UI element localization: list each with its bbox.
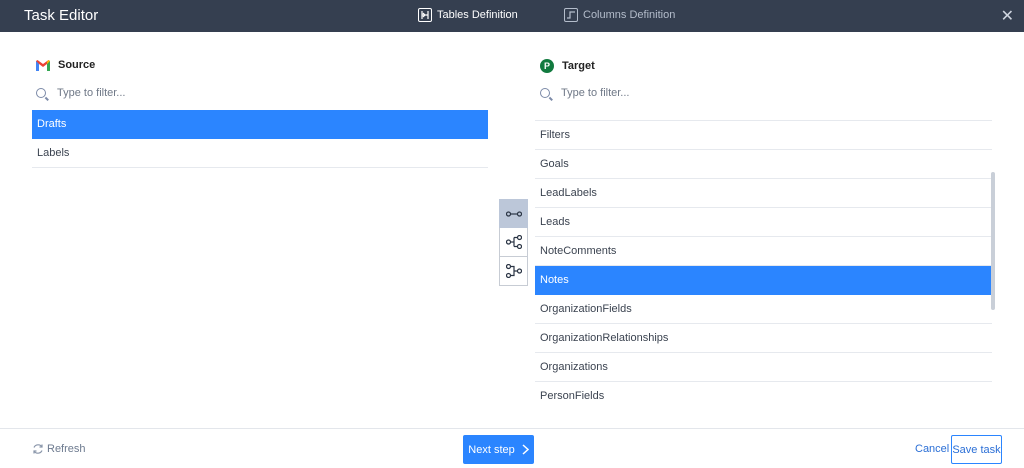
- target-item-notecomments[interactable]: NoteComments: [535, 237, 992, 266]
- target-item-leads[interactable]: Leads: [535, 208, 992, 237]
- tab-columns-definition-label: Columns Definition: [583, 9, 676, 21]
- many-to-one-map-button[interactable]: [499, 257, 528, 286]
- target-item-organizations[interactable]: Organizations: [535, 353, 992, 382]
- title-bar: Task Editor Tables Definition Columns De…: [0, 0, 1024, 32]
- search-icon: [540, 88, 550, 98]
- search-icon: [36, 88, 46, 98]
- target-filter-input[interactable]: [561, 87, 941, 99]
- chevron-right-icon: [522, 444, 529, 455]
- one-to-one-map-button[interactable]: [499, 199, 528, 228]
- tab-tables-definition-label: Tables Definition: [437, 9, 518, 21]
- tab-tables-definition[interactable]: Tables Definition: [418, 8, 518, 22]
- source-filter[interactable]: [36, 87, 488, 99]
- source-header: Source: [36, 59, 95, 71]
- one-to-one-map-icon: [505, 210, 522, 217]
- tables-definition-icon: [418, 8, 432, 22]
- one-to-many-map-button[interactable]: [499, 228, 528, 257]
- footer: Refresh Next step Cancel Save task: [0, 428, 1024, 468]
- target-item-goals[interactable]: Goals: [535, 150, 992, 179]
- target-item-organizationrelationships[interactable]: OrganizationRelationships: [535, 324, 992, 353]
- next-step-label: Next step: [468, 443, 515, 456]
- pipedrive-logo: P: [540, 59, 554, 73]
- next-step-button[interactable]: Next step: [463, 435, 534, 464]
- refresh-icon: [33, 444, 43, 454]
- gmail-logo: [36, 59, 50, 71]
- source-filter-input[interactable]: [57, 87, 437, 99]
- save-task-button[interactable]: Save task: [951, 435, 1002, 464]
- mapping-buttons: [499, 199, 528, 286]
- target-item-notes[interactable]: Notes: [535, 266, 992, 295]
- target-item-organizationfields[interactable]: OrganizationFields: [535, 295, 992, 324]
- columns-definition-icon: [564, 8, 578, 22]
- cancel-button[interactable]: Cancel: [915, 443, 949, 455]
- tab-columns-definition[interactable]: Columns Definition: [564, 8, 675, 22]
- window-title: Task Editor: [24, 7, 99, 24]
- target-header: P Target: [540, 59, 595, 73]
- source-table-list: Drafts Labels: [32, 110, 488, 168]
- target-list-scrollbar[interactable]: [991, 172, 995, 310]
- target-item-personfields[interactable]: PersonFields: [535, 382, 992, 410]
- target-item-leadlabels[interactable]: LeadLabels: [535, 179, 992, 208]
- target-table-list: Filters Goals LeadLabels Leads NoteComme…: [535, 120, 992, 410]
- target-item-filters[interactable]: Filters: [535, 121, 992, 150]
- target-title: Target: [562, 60, 595, 72]
- source-title: Source: [58, 59, 96, 71]
- close-icon[interactable]: ✕: [1001, 6, 1014, 26]
- source-item-labels[interactable]: Labels: [32, 139, 488, 168]
- many-to-one-map-icon: [505, 264, 522, 278]
- refresh-button[interactable]: Refresh: [32, 443, 86, 455]
- one-to-many-map-icon: [505, 235, 522, 249]
- target-filter[interactable]: [540, 87, 992, 99]
- refresh-label: Refresh: [47, 443, 86, 455]
- source-item-drafts[interactable]: Drafts: [32, 110, 488, 139]
